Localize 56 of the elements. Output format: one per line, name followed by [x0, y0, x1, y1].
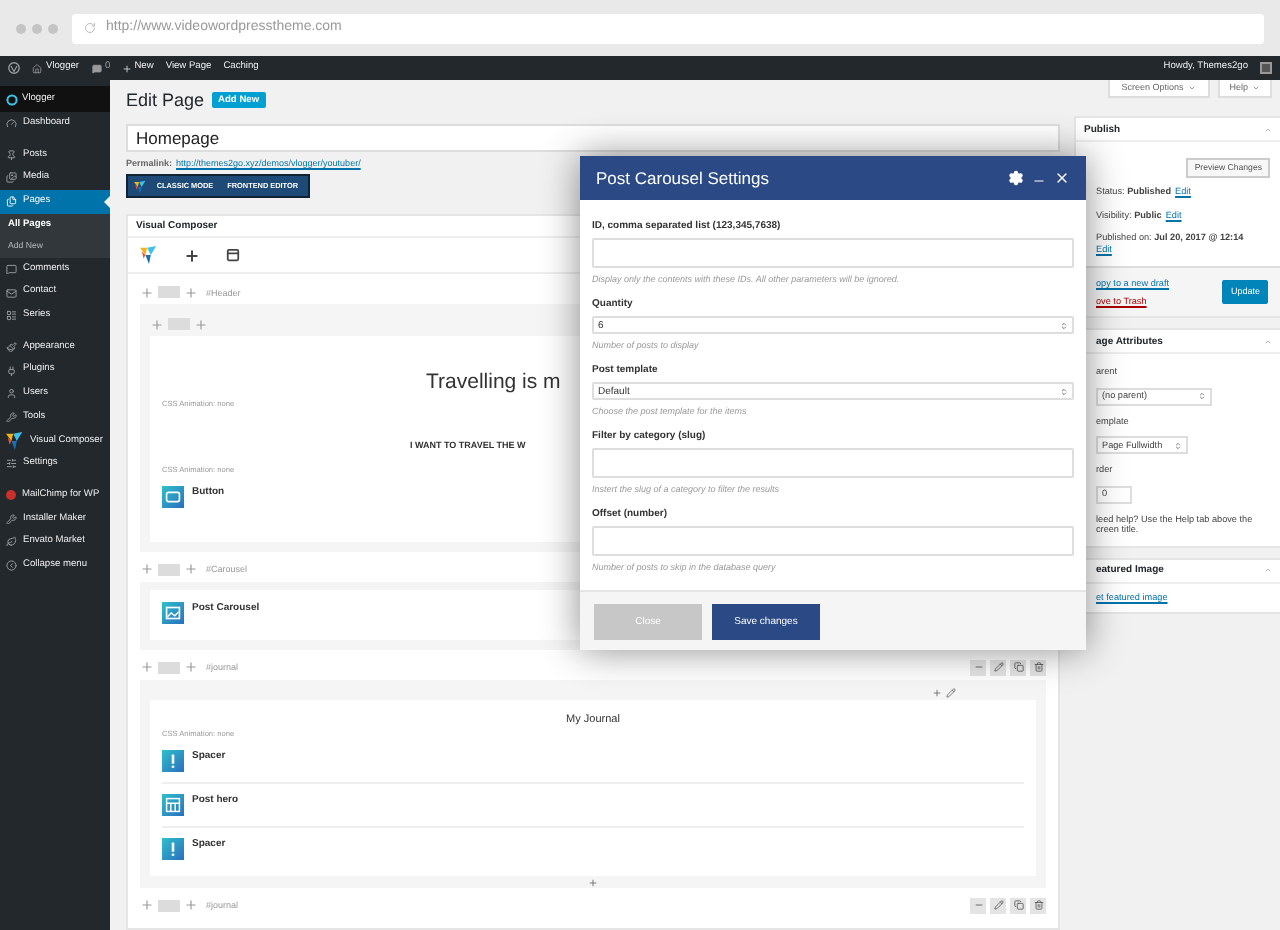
reload-icon[interactable]: [84, 22, 96, 34]
drag-handle[interactable]: [158, 563, 180, 576]
drag-handle[interactable]: [158, 899, 180, 912]
select-arrows-icon[interactable]: [1060, 321, 1068, 329]
menu-icon: [6, 536, 17, 548]
vc-logo-icon: [140, 246, 158, 265]
vc-logo-icon: [6, 431, 24, 450]
heading-text: Travelling is m: [426, 370, 561, 395]
menu-icon: [6, 172, 17, 184]
site-logo-icon: [6, 93, 18, 105]
select-arrows-icon[interactable]: [1060, 387, 1068, 395]
add-element-icon[interactable]: [184, 247, 200, 264]
drag-handle[interactable]: [158, 286, 180, 299]
wordpress-logo-icon[interactable]: [8, 62, 20, 74]
add-icon[interactable]: [932, 687, 942, 698]
edit-icon[interactable]: [946, 687, 956, 698]
text-field[interactable]: [592, 526, 1074, 556]
spacer-element-icon: [162, 749, 184, 772]
menu-icon: [6, 118, 17, 130]
drag-handle[interactable]: [168, 318, 190, 331]
close-icon[interactable]: [1054, 170, 1070, 186]
grid-element-icon: [162, 793, 184, 816]
select-arrows-icon[interactable]: [1174, 441, 1182, 449]
minimize-icon[interactable]: [1032, 174, 1046, 188]
title-field[interactable]: Homepage: [126, 124, 1060, 152]
dialog-title: Post Carousel Settings: [596, 167, 769, 189]
select-arrows-icon[interactable]: [1198, 392, 1206, 400]
avatar[interactable]: [1260, 62, 1272, 74]
text-field[interactable]: [592, 238, 1074, 268]
menu-icon: [6, 310, 17, 322]
menu-icon: [6, 411, 17, 423]
vc-logo-icon: [134, 177, 147, 196]
current-pointer-icon: [104, 196, 110, 209]
menu-icon: [6, 560, 17, 572]
menu-icon: [6, 263, 17, 275]
page-heading: Edit Page: [126, 90, 205, 112]
menu-icon: [6, 341, 17, 353]
drag-handle[interactable]: [158, 661, 180, 674]
template-icon[interactable]: [226, 248, 240, 263]
menu-icon: [6, 287, 17, 299]
menu-icon: [6, 458, 17, 470]
menu-icon: [6, 149, 17, 161]
spacer-element-icon: [162, 837, 184, 860]
menu-icon: [6, 388, 17, 400]
add-icon[interactable]: [122, 63, 133, 73]
menu-icon: [6, 196, 17, 208]
carousel-element-icon: [162, 601, 184, 624]
text-field[interactable]: [592, 448, 1074, 478]
home-icon[interactable]: [32, 63, 42, 73]
menu-icon: [6, 365, 17, 377]
menu-icon: [6, 513, 17, 525]
settings-icon[interactable]: [1008, 170, 1024, 186]
button-element-icon: [162, 485, 184, 508]
menu-icon: [6, 490, 16, 501]
comment-icon[interactable]: [91, 63, 102, 73]
add-icon[interactable]: [588, 877, 598, 888]
